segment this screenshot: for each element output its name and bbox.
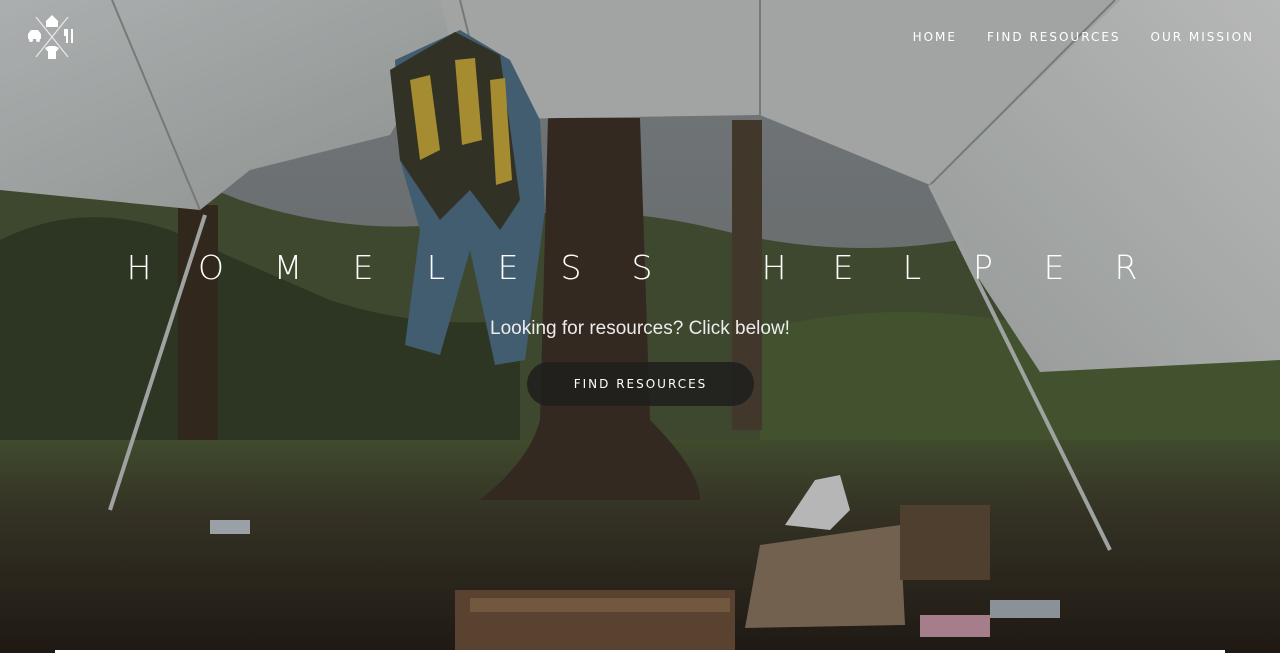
site-logo[interactable]	[26, 13, 78, 61]
hero-subtitle: Looking for resources? Click below!	[490, 318, 790, 339]
title-letter: L	[426, 248, 446, 287]
title-letter: S	[631, 248, 653, 287]
title-letter: L	[902, 248, 922, 287]
nav-link-our-mission[interactable]: OUR MISSION	[1151, 30, 1254, 44]
title-letter: E	[832, 248, 854, 287]
nav-link-home[interactable]: HOME	[913, 30, 957, 44]
find-resources-button[interactable]: FIND RESOURCES	[527, 362, 754, 406]
title-letter: S	[560, 248, 582, 287]
page-title: H O M E L E S S H E L P E R	[0, 244, 1280, 292]
title-letter: H	[126, 248, 152, 287]
hero-section: HOME FIND RESOURCES OUR MISSION H O M E …	[0, 0, 1280, 653]
homeless-helper-logo-icon	[28, 15, 73, 59]
title-letter: H	[761, 248, 787, 287]
title-letter: E	[352, 248, 374, 287]
main-nav: HOME FIND RESOURCES OUR MISSION	[913, 30, 1254, 44]
title-letter: O	[198, 248, 224, 287]
title-letter: E	[1043, 248, 1065, 287]
title-letter: E	[497, 248, 519, 287]
title-letter: P	[973, 248, 993, 287]
title-letter: M	[273, 248, 303, 287]
nav-link-find-resources[interactable]: FIND RESOURCES	[987, 30, 1121, 44]
title-letter: R	[1114, 248, 1138, 287]
